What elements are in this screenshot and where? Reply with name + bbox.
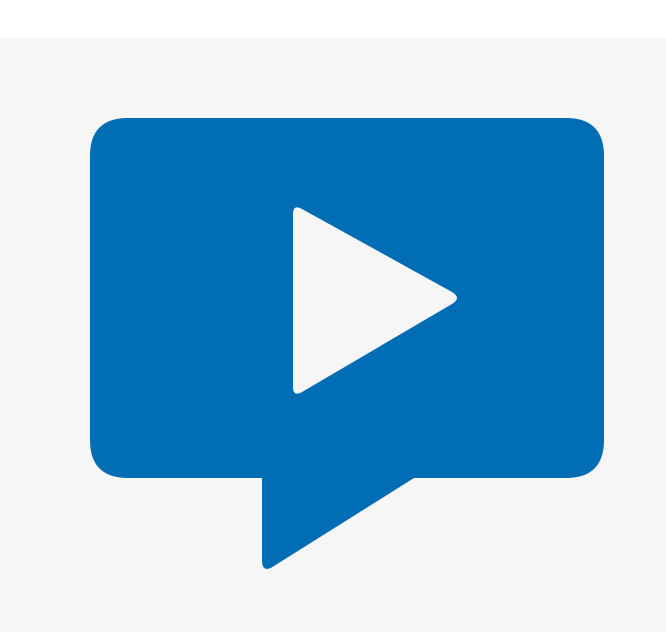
screenshot-canvas <box>0 0 666 632</box>
video-chat-bubble-icon <box>90 118 604 569</box>
